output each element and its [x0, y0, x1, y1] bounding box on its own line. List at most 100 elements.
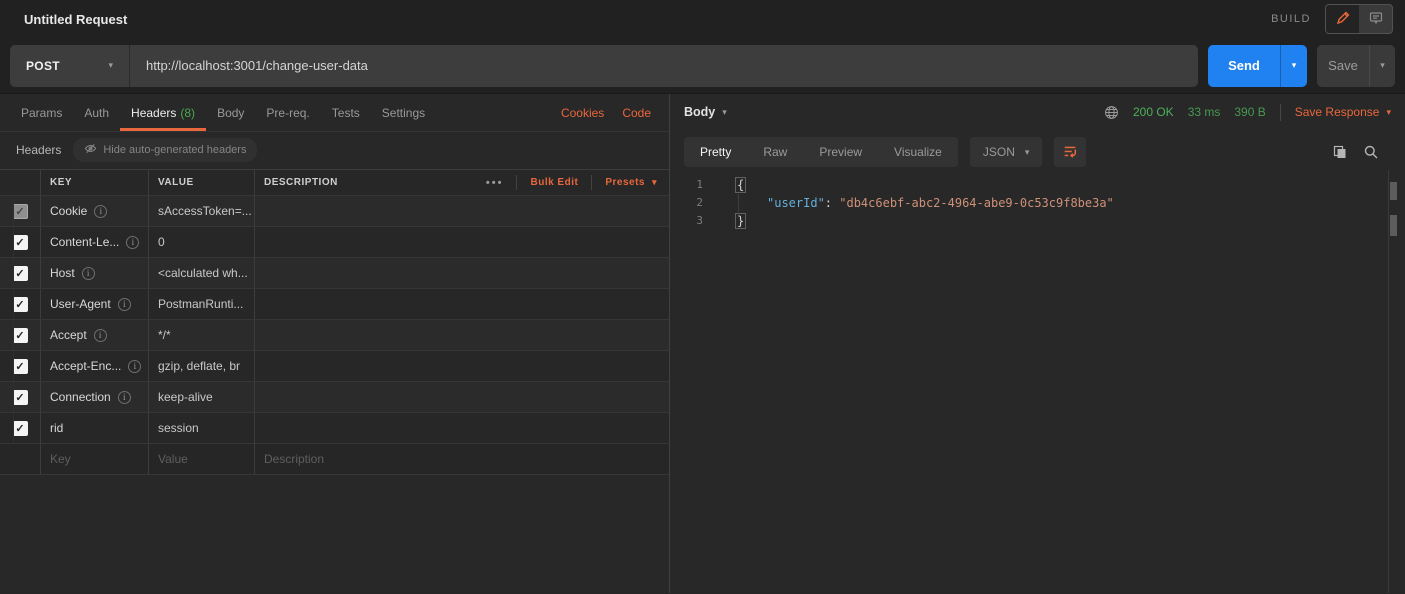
status-badge: 200 OK [1133, 105, 1174, 119]
chevron-down-icon: ▾ [1292, 61, 1297, 70]
new-header-row: Key Value Description [0, 444, 669, 475]
wrap-text-button[interactable] [1054, 137, 1086, 167]
save-response-dropdown[interactable]: Save Response ▾ [1295, 105, 1391, 119]
more-options-icon[interactable]: ••• [486, 177, 504, 189]
wrap-text-icon [1062, 143, 1078, 162]
close-brace-token: } [735, 213, 746, 229]
info-icon[interactable] [82, 267, 95, 280]
row-checkbox[interactable] [13, 204, 28, 219]
tab-visualize[interactable]: Visualize [878, 137, 958, 167]
hide-autogenerated-toggle[interactable]: Hide auto-generated headers [73, 138, 257, 162]
chevron-down-icon: ▾ [1025, 148, 1030, 157]
table-row: Accept */* [0, 320, 669, 351]
scrollbar-mark[interactable] [1390, 215, 1397, 236]
row-checkbox[interactable] [13, 421, 28, 436]
table-row: Accept-Enc... gzip, deflate, br [0, 351, 669, 382]
response-size: 390 B [1234, 105, 1265, 119]
url-input[interactable] [130, 45, 1198, 87]
open-brace-token: { [735, 177, 746, 193]
copy-icon[interactable] [1332, 144, 1348, 160]
format-dropdown[interactable]: JSON ▾ [970, 137, 1043, 167]
row-checkbox[interactable] [13, 297, 28, 312]
row-checkbox[interactable] [13, 390, 28, 405]
tab-headers[interactable]: Headers (8) [120, 94, 206, 131]
cookies-link[interactable]: Cookies [561, 106, 604, 120]
new-value-input[interactable]: Value [149, 444, 255, 474]
comment-button[interactable] [1359, 5, 1392, 33]
tab-settings[interactable]: Settings [371, 94, 436, 131]
topbar: Untitled Request BUILD [0, 0, 1405, 38]
mode-toggle-group [1325, 4, 1393, 34]
save-button[interactable]: Save [1317, 45, 1369, 87]
row-checkbox[interactable] [13, 328, 28, 343]
tab-preview[interactable]: Preview [803, 137, 878, 167]
table-row: Cookie sAccessToken=... [0, 196, 669, 227]
info-icon[interactable] [126, 236, 139, 249]
method-dropdown[interactable]: POST ▾ [10, 45, 130, 87]
json-key-token: "userId" [767, 196, 825, 210]
send-button[interactable]: Send [1208, 45, 1280, 87]
table-row: User-Agent PostmanRunti... [0, 289, 669, 320]
save-button-group: Save ▾ [1317, 45, 1395, 87]
code-line: 2 "userId": "db4c6ebf-abc2-4964-abe9-0c5… [670, 194, 1405, 212]
new-key-input[interactable]: Key [41, 444, 149, 474]
tab-tests[interactable]: Tests [321, 94, 371, 131]
method-label: POST [26, 59, 60, 73]
code-link[interactable]: Code [622, 106, 651, 120]
row-checkbox[interactable] [13, 359, 28, 374]
json-value-token: "db4c6ebf-abc2-4964-abe9-0c53c9f8be3a" [839, 196, 1114, 210]
info-icon[interactable] [118, 298, 131, 311]
headers-table-body: Cookie sAccessToken=... Content-Le... 0 … [0, 196, 669, 475]
line-number: 1 [670, 176, 716, 194]
response-body-dropdown[interactable]: Body ▾ [684, 105, 727, 119]
network-globe-icon[interactable] [1104, 105, 1119, 120]
search-icon[interactable] [1363, 144, 1379, 160]
info-icon[interactable] [94, 205, 107, 218]
code-line: 1 { [670, 176, 1405, 194]
comment-icon [1368, 10, 1384, 29]
column-header-description: DESCRIPTION [264, 177, 338, 188]
chevron-down-icon: ▾ [652, 177, 657, 188]
send-options-button[interactable]: ▾ [1280, 45, 1307, 87]
request-title: Untitled Request [24, 12, 127, 27]
chevron-down-icon: ▾ [1386, 107, 1391, 118]
response-view-tabs: Pretty Raw Preview Visualize [684, 137, 958, 167]
row-checkbox[interactable] [13, 235, 28, 250]
tab-raw[interactable]: Raw [747, 137, 803, 167]
chevron-down-icon: ▾ [108, 61, 113, 70]
presets-dropdown[interactable]: Presets ▾ [605, 177, 657, 188]
response-time: 33 ms [1188, 105, 1221, 119]
eye-off-icon [84, 142, 97, 158]
row-checkbox[interactable] [13, 266, 28, 281]
table-row: Content-Le... 0 [0, 227, 669, 258]
chevron-down-icon: ▾ [722, 108, 727, 117]
headers-section-label: Headers [16, 143, 61, 157]
save-options-button[interactable]: ▾ [1369, 45, 1395, 87]
info-icon[interactable] [94, 329, 107, 342]
json-colon-token: : [825, 196, 839, 210]
table-row: Host <calculated wh... [0, 258, 669, 289]
send-button-group: Send ▾ [1208, 45, 1307, 87]
response-body-editor[interactable]: 1 { 2 "userId": "db4c6ebf-abc2-4964-abe9… [670, 176, 1405, 230]
tab-pretty[interactable]: Pretty [684, 137, 747, 167]
tab-pre-request[interactable]: Pre-req. [255, 94, 320, 131]
edit-mode-button[interactable] [1326, 5, 1359, 33]
scrollbar-mark[interactable] [1390, 182, 1397, 200]
build-label: BUILD [1271, 13, 1311, 25]
headers-table-head: KEY VALUE DESCRIPTION ••• Bulk Edit Pres… [0, 170, 669, 196]
column-header-value: VALUE [149, 170, 255, 195]
bulk-edit-link[interactable]: Bulk Edit [530, 177, 578, 188]
info-icon[interactable] [118, 391, 131, 404]
headers-count-badge: (8) [180, 106, 195, 120]
table-row: rid session [0, 413, 669, 444]
chevron-down-icon: ▾ [1380, 61, 1385, 70]
editor-overview-ruler [1388, 170, 1389, 593]
tab-params[interactable]: Params [10, 94, 73, 131]
code-line: 3 } [670, 212, 1405, 230]
info-icon[interactable] [128, 360, 141, 373]
headers-table: KEY VALUE DESCRIPTION ••• Bulk Edit Pres… [0, 169, 669, 475]
tab-auth[interactable]: Auth [73, 94, 120, 131]
new-description-input[interactable]: Description [255, 444, 669, 474]
pencil-icon [1335, 10, 1351, 29]
tab-body[interactable]: Body [206, 94, 255, 131]
